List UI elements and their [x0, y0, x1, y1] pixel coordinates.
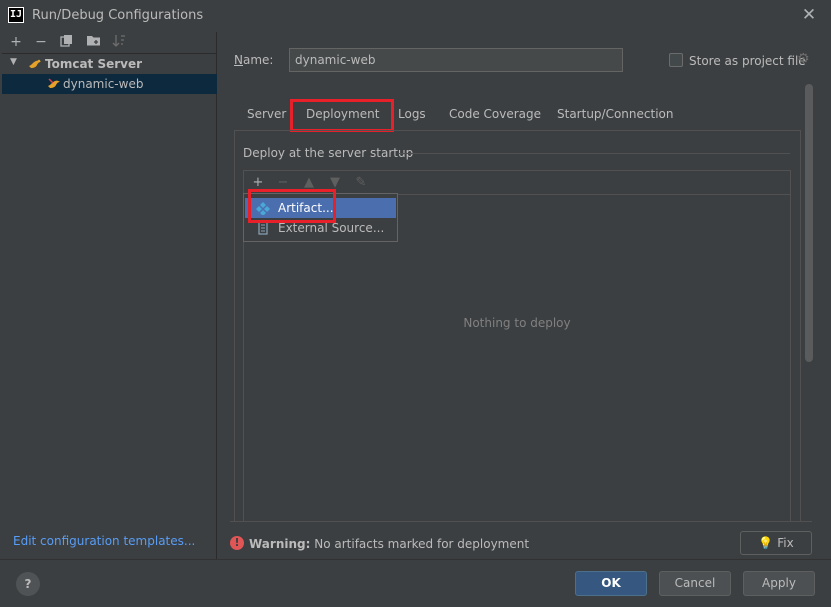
- warning-prefix: Warning:: [249, 537, 311, 551]
- footer-divider: [0, 559, 831, 560]
- sort-icon[interactable]: [111, 34, 127, 50]
- fix-button[interactable]: 💡 Fix: [740, 531, 812, 555]
- edit-icon[interactable]: ✎: [353, 175, 369, 191]
- store-as-project-file-label[interactable]: Store as project file: [689, 54, 806, 68]
- artifact-highlight-box: [248, 189, 336, 223]
- tab-logs[interactable]: Logs: [398, 102, 426, 126]
- menu-item-label: External Source...: [278, 221, 385, 235]
- external-source-icon: [256, 221, 270, 235]
- copy-icon[interactable]: [59, 34, 75, 50]
- remove-icon[interactable]: −: [33, 34, 49, 50]
- close-icon[interactable]: ✕: [801, 6, 817, 24]
- folder-icon[interactable]: [85, 34, 101, 50]
- tab-startup-connection[interactable]: Startup/Connection: [557, 102, 673, 126]
- deployment-tab-highlight-box: [290, 99, 394, 132]
- group-title-divider: [398, 153, 790, 154]
- lightbulb-icon: 💡: [758, 536, 774, 550]
- edit-configuration-templates-link[interactable]: Edit configuration templates...: [13, 534, 195, 548]
- chevron-down-icon[interactable]: ▼: [10, 57, 17, 67]
- name-field[interactable]: [289, 48, 623, 72]
- add-icon[interactable]: +: [8, 34, 24, 50]
- tree-item-tomcat-server[interactable]: ▼ Tomcat Server: [2, 54, 217, 74]
- window-title: Run/Debug Configurations: [32, 8, 204, 23]
- gear-icon[interactable]: ⚙: [797, 51, 810, 67]
- ok-button[interactable]: OK: [575, 571, 647, 596]
- deploy-group-title: Deploy at the server startup: [243, 146, 414, 160]
- warning-text: No artifacts marked for deployment: [314, 537, 530, 551]
- tab-server[interactable]: Server: [247, 102, 286, 126]
- configurations-sidebar: + − ▼ Tomcat Server dynamic-web Edit con…: [2, 32, 217, 559]
- name-label-rest: ame:: [242, 53, 274, 67]
- warning-divider: [230, 521, 812, 522]
- tab-code-coverage[interactable]: Code Coverage: [449, 102, 541, 126]
- error-icon: !: [230, 536, 244, 550]
- tree-child-label: dynamic-web: [63, 77, 144, 91]
- store-as-project-file-checkbox[interactable]: [669, 53, 683, 67]
- vertical-scrollbar[interactable]: [805, 84, 813, 362]
- cancel-button[interactable]: Cancel: [659, 571, 731, 596]
- configuration-editor: Name: Store as project file ⚙ Server Dep…: [218, 32, 831, 559]
- tomcat-icon: [28, 57, 42, 71]
- sidebar-toolbar: + −: [2, 32, 217, 52]
- intellij-app-icon: IJ: [8, 7, 24, 23]
- help-button[interactable]: ?: [16, 572, 40, 596]
- tree-root-label: Tomcat Server: [45, 57, 143, 71]
- empty-list-message: Nothing to deploy: [463, 316, 571, 330]
- fix-label: Fix: [777, 536, 794, 550]
- title-bar: IJ Run/Debug Configurations ✕: [0, 0, 831, 32]
- warning-message: Warning: No artifacts marked for deploym…: [249, 537, 529, 551]
- name-label: Name:: [234, 53, 274, 67]
- tomcat-icon: [47, 77, 61, 91]
- apply-button[interactable]: Apply: [743, 571, 815, 596]
- tree-item-dynamic-web[interactable]: dynamic-web: [2, 74, 217, 94]
